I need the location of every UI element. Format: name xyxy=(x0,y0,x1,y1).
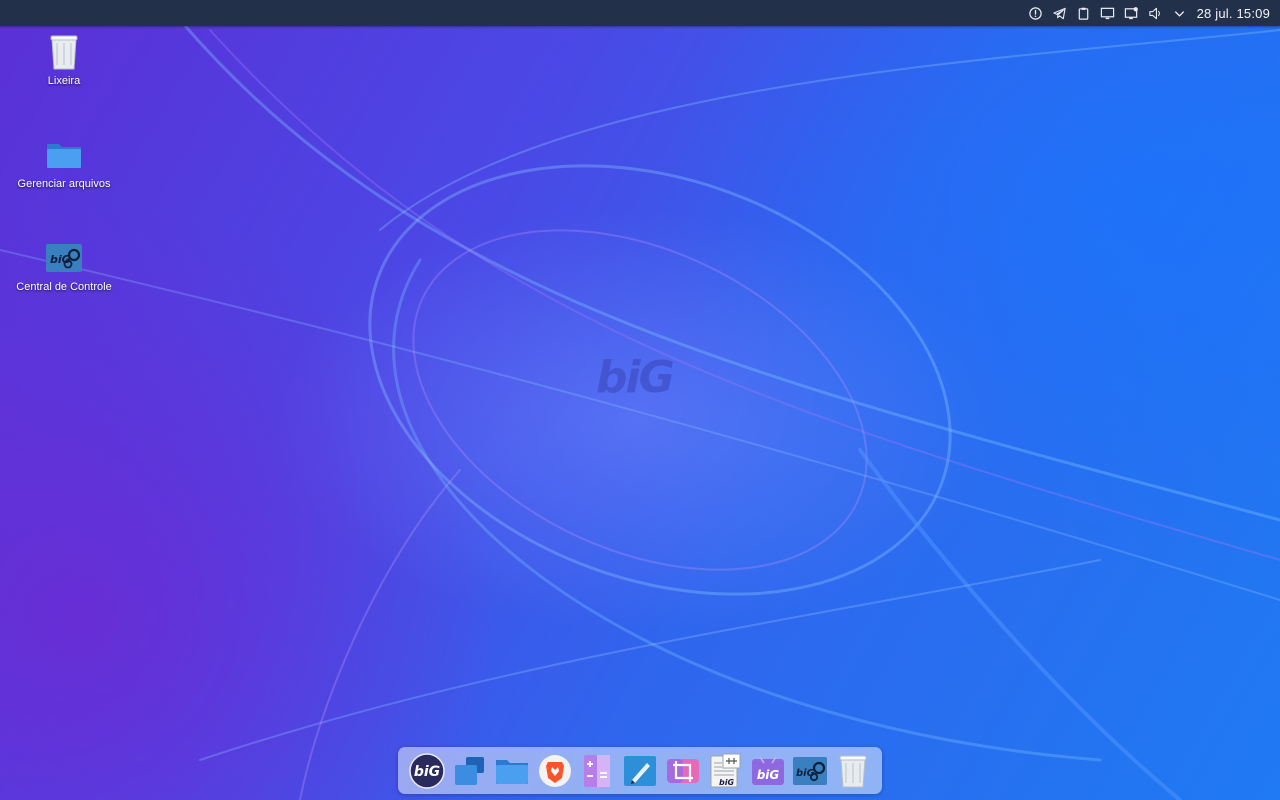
chevron-down-icon[interactable] xyxy=(1172,6,1187,21)
document-scanner-icon: biG xyxy=(710,753,741,787)
clock[interactable]: 28 jul. 15:09 xyxy=(1197,6,1270,21)
desktop-item-file-manager[interactable]: Gerenciar arquivos xyxy=(4,135,124,190)
screen-share-icon[interactable] xyxy=(1124,6,1139,21)
top-panel: 28 jul. 15:09 xyxy=(0,0,1280,26)
dock-app-brave[interactable] xyxy=(537,753,573,789)
desktop-item-label: Gerenciar arquivos xyxy=(17,178,111,190)
files-icon xyxy=(496,759,529,784)
dock-app-workspaces[interactable] xyxy=(452,753,488,789)
svg-text:biG: biG xyxy=(757,768,780,782)
brave-browser-icon xyxy=(538,754,571,787)
dock-app-trash[interactable] xyxy=(835,753,871,789)
trash-icon xyxy=(839,755,867,787)
trash-icon xyxy=(44,32,84,72)
dock-app-document-scanner[interactable]: biG xyxy=(707,753,743,789)
dock-app-bigcommunity[interactable]: biG xyxy=(409,752,445,789)
display-icon[interactable] xyxy=(1100,6,1115,21)
dock-app-text-editor[interactable] xyxy=(622,753,658,789)
desktop: biG 28 jul. 15:09 Lixeira Gerenciar arqu… xyxy=(0,0,1280,800)
control-center-icon: biG xyxy=(44,238,84,278)
svg-text:biG: biG xyxy=(414,764,440,780)
dock-app-control-center[interactable]: biG xyxy=(792,753,828,789)
screenshot-icon xyxy=(666,758,699,783)
svg-text:biG: biG xyxy=(50,253,71,266)
desktop-item-control-center[interactable]: biG Central de Controle xyxy=(4,238,124,293)
info-icon[interactable] xyxy=(1028,6,1043,21)
calculator-icon xyxy=(584,754,611,787)
desktop-item-label: Central de Controle xyxy=(16,281,112,293)
dock-app-screenshot[interactable] xyxy=(665,753,701,789)
workspaces-icon xyxy=(454,756,484,785)
volume-icon[interactable] xyxy=(1148,6,1163,21)
folder-icon xyxy=(44,135,84,175)
desktop-item-trash[interactable]: Lixeira xyxy=(4,32,124,87)
big-welcome-icon: biG xyxy=(751,756,784,785)
telegram-icon[interactable] xyxy=(1052,6,1067,21)
bigcommunity-icon: biG xyxy=(409,752,445,789)
dock-app-files[interactable] xyxy=(494,753,530,789)
wallpaper-logo: biG xyxy=(596,352,675,403)
dock-app-calculator[interactable] xyxy=(579,753,615,789)
control-center-icon: biG xyxy=(793,756,828,785)
dock-app-big-welcome[interactable]: biG xyxy=(750,753,786,789)
text-editor-icon xyxy=(624,755,656,786)
svg-text:biG: biG xyxy=(719,778,734,787)
system-tray: 28 jul. 15:09 xyxy=(1028,0,1270,26)
desktop-item-label: Lixeira xyxy=(47,75,81,87)
clipboard-icon[interactable] xyxy=(1076,6,1091,21)
dock: biG biG biG biG xyxy=(398,747,882,794)
